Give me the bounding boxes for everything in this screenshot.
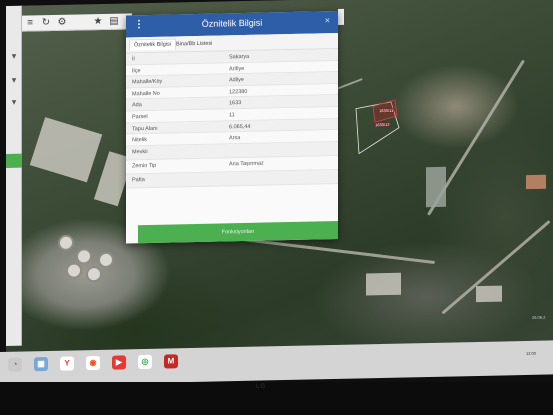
yandex-icon[interactable]: Y xyxy=(60,356,74,371)
map-silo xyxy=(86,265,102,283)
row-value: Sakarya xyxy=(229,53,250,61)
row-label: Mevkii xyxy=(132,148,148,156)
start-icon[interactable]: ◔ xyxy=(8,357,22,372)
attribute-info-dialog: ⋮ Öznitelik Bilgisi × Öznitelik Bilgisi … xyxy=(126,11,338,244)
map-silo xyxy=(66,262,82,279)
chevron-down-icon[interactable]: ▾ xyxy=(8,50,20,62)
chrome-icon[interactable]: ◎ xyxy=(138,354,152,370)
settings-icon[interactable]: ⚙ xyxy=(56,17,68,29)
file-explorer-icon[interactable]: ▦ xyxy=(34,356,48,372)
close-icon[interactable]: × xyxy=(325,15,330,25)
parcel-outline[interactable] xyxy=(351,97,421,158)
row-label: Pafta xyxy=(132,176,145,184)
map-building xyxy=(526,174,546,190)
refresh-icon[interactable]: ↻ xyxy=(40,17,52,29)
map-silo xyxy=(76,248,92,265)
dialog-title: Öznitelik Bilgisi xyxy=(201,17,263,29)
map-silo xyxy=(98,251,114,269)
row-label: Zemin Tip xyxy=(132,162,157,170)
row-value: 122380 xyxy=(229,88,248,96)
row-label: Ada xyxy=(132,102,142,109)
menu-icon[interactable]: ≡ xyxy=(24,17,36,29)
map-silo xyxy=(58,234,74,251)
row-value: 6.065,44 xyxy=(229,123,251,130)
parcel-label: 1633/12 xyxy=(374,121,391,128)
attribute-table: İl Sakarya İlçe Arifiye Mahalle/Köy Adliye … xyxy=(126,49,338,189)
map-building xyxy=(366,272,401,296)
active-layer-indicator[interactable] xyxy=(6,153,22,168)
row-label: Nitelik xyxy=(132,137,147,144)
star-icon[interactable]: ★ xyxy=(92,16,104,28)
monitor-screen: 1633/11 1633/12 ▾ ▾ ▾ ≡ ↻ ⚙ ★ ▤ ⋮ Öznite… xyxy=(6,0,553,380)
youtube-icon[interactable]: ▶ xyxy=(112,355,126,370)
tab-attribute-info[interactable]: Öznitelik Bilgisi xyxy=(129,38,176,51)
tab-building-list[interactable]: Bina/Bb Listesi xyxy=(172,39,216,50)
map-scale-text: 26.06.2 xyxy=(532,314,546,320)
parcel-label: 1633/11 xyxy=(378,107,395,114)
row-value: Arsa xyxy=(229,135,241,142)
map-building xyxy=(476,285,502,303)
row-label: İlçe xyxy=(132,67,141,74)
monitor-brand-logo: LG xyxy=(256,384,267,390)
row-value: Ana Taşınmaz xyxy=(229,160,264,168)
photo-frame: 1633/11 1633/12 ▾ ▾ ▾ ≡ ↻ ⚙ ★ ▤ ⋮ Öznite… xyxy=(0,0,553,415)
mcafee-icon[interactable]: M xyxy=(164,354,178,369)
monitor-bezel: LG xyxy=(0,382,553,415)
row-value: Arifiye xyxy=(229,65,245,72)
chevron-down-icon[interactable]: ▾ xyxy=(8,96,20,108)
row-label: Mahalle/Köy xyxy=(132,78,163,86)
map-toolbar-edge xyxy=(338,8,344,26)
map-building xyxy=(426,166,446,208)
map-toolbar: ≡ ↻ ⚙ ★ ▤ xyxy=(22,13,132,32)
browser-icon[interactable]: ◉ xyxy=(86,355,100,371)
row-label: Tapu Alanı xyxy=(132,125,158,132)
row-value: Adliye xyxy=(229,77,244,84)
row-value: 1633 xyxy=(229,100,242,107)
row-value: 11 xyxy=(229,112,235,119)
map-building xyxy=(29,117,103,183)
chevron-down-icon[interactable]: ▾ xyxy=(8,74,20,86)
row-label: Parsel xyxy=(132,114,148,121)
left-toolbar: ▾ ▾ ▾ xyxy=(6,5,22,346)
row-label: Mahalle No xyxy=(132,90,160,98)
trash-icon[interactable]: ▤ xyxy=(108,16,120,28)
row-label: İl xyxy=(132,56,135,63)
taskbar-clock: 12:00 xyxy=(526,350,537,356)
